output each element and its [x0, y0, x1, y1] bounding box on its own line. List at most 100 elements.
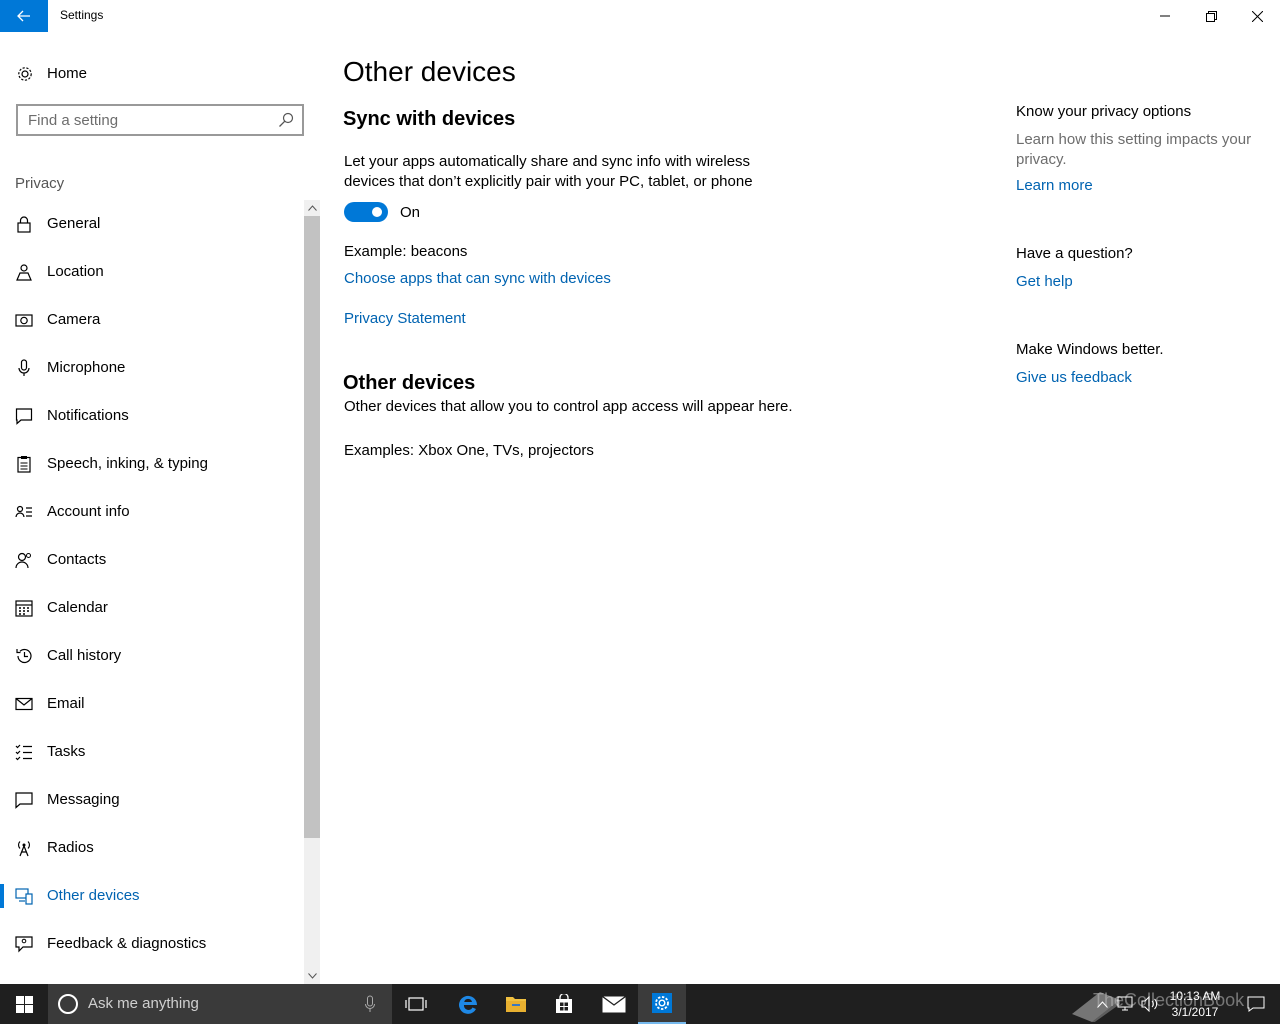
close-icon [1251, 10, 1263, 22]
mail-icon [602, 995, 626, 1012]
sidebar-item-tasks[interactable]: Tasks [0, 728, 304, 776]
sidebar-item-email[interactable]: Email [0, 680, 304, 728]
sidebar-item-call-history[interactable]: Call history [0, 632, 304, 680]
microphone-icon [18, 359, 30, 376]
settings-search-box[interactable] [16, 104, 304, 136]
file-explorer-taskbar-button[interactable] [492, 984, 540, 1024]
learn-more-link[interactable]: Learn more [1016, 177, 1093, 194]
feedback-icon [15, 936, 33, 953]
edge-taskbar-button[interactable] [444, 984, 492, 1024]
privacy-section-label: Privacy [15, 175, 65, 192]
start-button[interactable] [0, 984, 48, 1024]
get-help-link[interactable]: Get help [1016, 273, 1073, 290]
show-hidden-icons-button[interactable] [1092, 984, 1112, 1024]
sidebar-item-account-info[interactable]: Account info [0, 488, 304, 536]
history-icon [16, 648, 32, 664]
tasks-icon [15, 744, 32, 761]
search-input[interactable] [18, 106, 268, 134]
sidebar-item-contacts[interactable]: Contacts [0, 536, 304, 584]
cortana-search-box[interactable]: Ask me anything [48, 984, 392, 1024]
sync-description-line2: devices that don’t explicitly pair with … [344, 173, 753, 190]
sidebar-item-camera[interactable]: Camera [0, 296, 304, 344]
sidebar-item-label: Email [47, 695, 85, 712]
sidebar-item-label: Feedback & diagnostics [47, 935, 207, 952]
sidebar-item-label: Radios [47, 839, 94, 856]
mail-icon [15, 697, 33, 711]
chevron-up-icon [307, 205, 317, 211]
minimize-icon [1160, 15, 1170, 17]
sidebar-item-other-devices[interactable]: Other devices [0, 872, 304, 920]
main-content: Other devices Sync with devices Let your… [320, 32, 1280, 984]
minimize-button[interactable] [1142, 0, 1188, 32]
privacy-options-heading: Know your privacy options [1016, 103, 1192, 120]
account-info-icon [15, 505, 32, 518]
question-heading: Have a question? [1016, 245, 1133, 262]
network-tray-button[interactable] [1114, 984, 1138, 1024]
sidebar-item-label: Speech, inking, & typing [47, 455, 208, 472]
settings-taskbar-button[interactable] [638, 984, 686, 1024]
example-beacons-text: Example: beacons [344, 243, 468, 260]
toggle-knob [372, 207, 382, 217]
scroll-thumb[interactable] [304, 216, 320, 838]
sidebar-item-label: Tasks [47, 743, 86, 760]
restore-button[interactable] [1188, 0, 1234, 32]
clock-date: 3/1/2017 [1171, 1005, 1219, 1019]
sync-heading: Sync with devices [343, 108, 516, 130]
mail-taskbar-button[interactable] [590, 984, 638, 1024]
sidebar-item-label: Account info [47, 503, 130, 520]
sidebar: Home Privacy General Location Camera Mic… [0, 32, 320, 984]
sidebar-item-radios[interactable]: Radios [0, 824, 304, 872]
sidebar-scrollbar[interactable] [304, 200, 320, 984]
cortana-icon [58, 994, 78, 1014]
title-bar: Settings [0, 0, 1280, 32]
sidebar-item-microphone[interactable]: Microphone [0, 344, 304, 392]
sidebar-item-location[interactable]: Location [0, 248, 304, 296]
contacts-icon [15, 552, 31, 569]
folder-icon [506, 997, 526, 1012]
home-nav-item[interactable]: Home [0, 56, 304, 92]
sidebar-item-general[interactable]: General [0, 200, 304, 248]
sidebar-item-label: Notifications [47, 407, 129, 424]
scroll-up-button[interactable] [304, 200, 320, 216]
sidebar-item-notifications[interactable]: Notifications [0, 392, 304, 440]
give-feedback-link[interactable]: Give us feedback [1016, 369, 1132, 386]
search-icon[interactable] [278, 112, 294, 128]
action-center-button[interactable] [1236, 984, 1276, 1024]
cortana-placeholder: Ask me anything [88, 995, 199, 1012]
privacy-statement-link[interactable]: Privacy Statement [344, 310, 466, 327]
edge-browser-icon [459, 995, 478, 1014]
chevron-up-icon [1096, 1000, 1108, 1008]
windows-better-heading: Make Windows better. [1016, 341, 1164, 358]
task-view-button[interactable] [392, 984, 440, 1024]
gear-icon [18, 67, 32, 81]
sync-description-line1: Let your apps automatically share and sy… [344, 153, 751, 170]
sync-toggle-switch[interactable] [344, 202, 388, 222]
devices-icon [15, 888, 33, 905]
location-person-icon [16, 264, 32, 281]
privacy-options-text: Learn how this setting impacts your priv… [1016, 131, 1252, 168]
store-taskbar-button[interactable] [540, 984, 588, 1024]
other-devices-heading: Other devices [343, 372, 476, 394]
sidebar-item-label: Camera [47, 311, 101, 328]
scroll-down-button[interactable] [304, 968, 320, 984]
camera-icon [15, 314, 33, 327]
system-clock[interactable]: 10:13 AM 3/1/2017 [1160, 988, 1230, 1020]
sidebar-item-feedback-diagnostics[interactable]: Feedback & diagnostics [0, 920, 304, 968]
home-label: Home [47, 65, 88, 82]
volume-tray-button[interactable] [1138, 984, 1162, 1024]
page-title: Other devices [343, 56, 516, 87]
notification-icon [15, 408, 33, 425]
store-bag-icon [556, 994, 572, 1013]
action-center-icon [1247, 996, 1265, 1012]
sidebar-item-speech-inking-typing[interactable]: Speech, inking, & typing [0, 440, 304, 488]
other-devices-examples: Examples: Xbox One, TVs, projectors [344, 442, 594, 459]
back-button[interactable] [0, 0, 48, 32]
clock-time: 10:13 AM [1169, 989, 1221, 1003]
sidebar-item-messaging[interactable]: Messaging [0, 776, 304, 824]
sidebar-item-label: Contacts [47, 551, 107, 568]
back-arrow-icon [17, 10, 30, 22]
close-button[interactable] [1234, 0, 1280, 32]
microphone-icon[interactable] [364, 995, 376, 1013]
sidebar-item-calendar[interactable]: Calendar [0, 584, 304, 632]
choose-apps-link[interactable]: Choose apps that can sync with devices [344, 270, 611, 287]
